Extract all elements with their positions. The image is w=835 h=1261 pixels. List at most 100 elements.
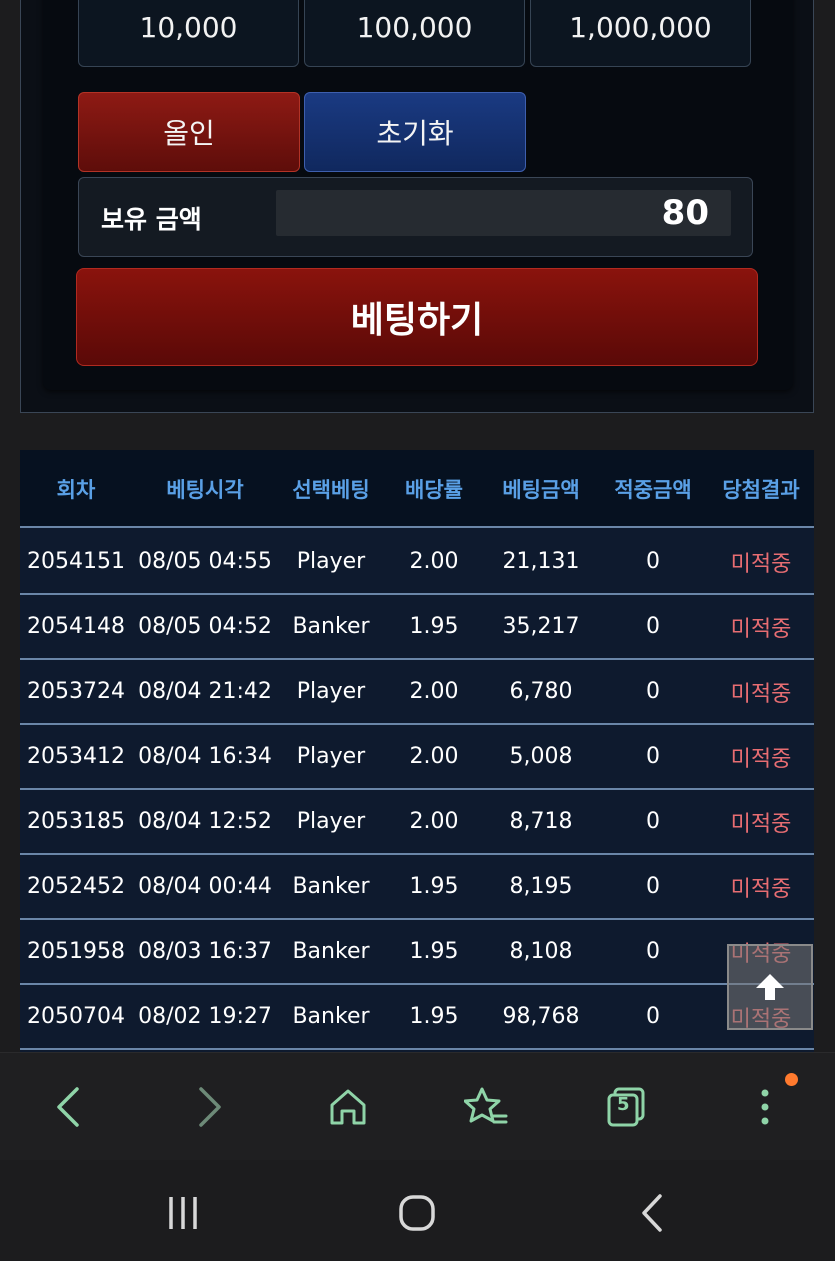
header-round: 회차 <box>56 478 96 502</box>
table-row: 205195808/03 16:37Banker1.958,1080미적중 <box>20 920 814 985</box>
cell-round: 2054151 <box>27 549 125 574</box>
back-button[interactable] <box>40 1079 96 1135</box>
all-in-button[interactable]: 올인 <box>78 92 300 172</box>
system-back-icon <box>642 1194 662 1232</box>
cell-selection: Banker <box>292 939 370 964</box>
cell-bet-time: 08/04 12:52 <box>138 809 272 834</box>
more-menu-button[interactable] <box>737 1079 793 1135</box>
cell-bet-amount: 21,131 <box>502 549 580 574</box>
home-circle-icon <box>399 1195 435 1231</box>
table-row: 2054151 08/05 04:55 Player 2.00 21,131 0 미적중 <box>20 530 814 595</box>
back-icon <box>57 1087 79 1127</box>
cell-result: 미적중 <box>730 551 792 577</box>
cell-bet-amount: 8,108 <box>509 939 573 964</box>
cell-win-amount: 0 <box>646 874 660 899</box>
chip-10000-button[interactable]: 10,000 <box>78 0 299 67</box>
cell-bet-time: 08/05 04:52 <box>138 614 272 639</box>
forward-icon <box>199 1087 221 1127</box>
bookmarks-button[interactable] <box>458 1079 514 1135</box>
cell-bet-amount: 35,217 <box>502 614 580 639</box>
chip-100000-button[interactable]: 100,000 <box>304 0 525 67</box>
cell-win-amount: 0 <box>646 549 660 574</box>
tab-count: 5 <box>617 1094 630 1115</box>
cell-odds: 2.00 <box>409 809 459 834</box>
cell-odds: 1.95 <box>409 1004 459 1029</box>
cell-odds: 1.95 <box>409 614 459 639</box>
table-row: 2054148 08/05 04:52 Banker 1.95 35,217 0 미적중 <box>20 595 814 660</box>
cell-bet-amount: 5,008 <box>509 744 573 769</box>
cell-win-amount: 0 <box>646 1004 660 1029</box>
system-navigation-bar <box>0 1160 835 1261</box>
cell-win-amount: 0 <box>646 679 660 704</box>
table-row: 205070408/02 19:27Banker1.9598,7680미적중 <box>20 985 814 1050</box>
header-odds: 배당률 <box>405 478 463 502</box>
table-row: 2053724 08/04 21:42 Player 2.00 6,780 0 미적중 <box>20 660 814 725</box>
chip-1000000-button[interactable]: 1,000,000 <box>530 0 751 67</box>
place-bet-button[interactable]: 베팅하기 <box>76 268 758 366</box>
balance-value: 80 <box>276 190 731 236</box>
system-back-button[interactable] <box>622 1188 682 1238</box>
cell-round: 2053412 <box>27 744 125 769</box>
header-bet-time: 베팅시각 <box>166 478 244 502</box>
cell-bet-amount: 6,780 <box>509 679 573 704</box>
balance-label: 보유 금액 <box>101 205 202 234</box>
cell-bet-time: 08/03 16:37 <box>138 939 272 964</box>
tabs-button[interactable]: 5 <box>598 1079 654 1135</box>
cell-result: 미적중 <box>730 746 792 772</box>
cell-bet-time: 08/04 16:34 <box>138 744 272 769</box>
more-vertical-icon <box>761 1089 769 1125</box>
cell-selection: Player <box>296 679 366 704</box>
table-row: 2053412 08/04 16:34 Player 2.00 5,008 0 미적중 <box>20 725 814 790</box>
home-button[interactable] <box>320 1079 376 1135</box>
cell-odds: 2.00 <box>409 549 459 574</box>
notification-dot <box>785 1073 798 1086</box>
cell-odds: 1.95 <box>409 874 459 899</box>
cell-bet-time: 08/04 21:42 <box>138 679 272 704</box>
browser-toolbar: 5 <box>0 1052 835 1160</box>
table-header: 회차 베팅시각 선택베팅 배당률 베팅금액 적중금액 당첨결과 <box>20 450 814 528</box>
cell-result: 미적중 <box>730 811 792 837</box>
cell-selection: Banker <box>292 874 370 899</box>
reset-button[interactable]: 초기화 <box>304 92 526 172</box>
cell-win-amount: 0 <box>646 744 660 769</box>
header-result: 당첨결과 <box>722 478 800 502</box>
cell-selection: Player <box>296 809 366 834</box>
cell-selection: Player <box>296 744 366 769</box>
recent-apps-button[interactable] <box>153 1188 213 1238</box>
cell-odds: 2.00 <box>409 744 459 769</box>
header-bet-amount: 베팅금액 <box>502 478 580 502</box>
table-row: 2052452 08/04 00:44 Banker 1.95 8,195 0 미적중 <box>20 855 814 920</box>
cell-selection: Banker <box>292 614 370 639</box>
cell-bet-time: 08/02 19:27 <box>138 1004 272 1029</box>
cell-round: 2052452 <box>27 874 125 899</box>
system-home-button[interactable] <box>387 1188 447 1238</box>
cell-odds: 2.00 <box>409 679 459 704</box>
recent-apps-icon <box>169 1197 197 1229</box>
cell-win-amount: 0 <box>646 809 660 834</box>
cell-result: 미적중 <box>730 876 792 902</box>
cell-round: 2053185 <box>27 809 125 834</box>
cell-result: 미적중 <box>730 616 792 642</box>
cell-round: 2050704 <box>27 1004 125 1029</box>
cell-bet-amount: 98,768 <box>502 1004 580 1029</box>
cell-round: 2054148 <box>27 614 125 639</box>
scroll-to-top-button[interactable] <box>727 944 813 1030</box>
bet-history-table: 회차 베팅시각 선택베팅 배당률 베팅금액 적중금액 당첨결과 2054151 0… <box>20 450 814 1055</box>
home-icon <box>330 1089 366 1125</box>
cell-win-amount: 0 <box>646 939 660 964</box>
cell-bet-time: 08/05 04:55 <box>138 549 272 574</box>
balance-row: 보유 금액 80 <box>78 177 753 257</box>
screen: 10,000 100,000 1,000,000 올인 초기화 보유 금액 80… <box>0 0 835 1261</box>
cell-bet-amount: 8,195 <box>509 874 573 899</box>
cell-odds: 1.95 <box>409 939 459 964</box>
header-selection: 선택베팅 <box>292 478 370 502</box>
cell-selection: Banker <box>292 1004 370 1029</box>
header-win-amount: 적중금액 <box>614 478 692 502</box>
cell-round: 2053724 <box>27 679 125 704</box>
bookmark-star-icon <box>464 1087 508 1124</box>
forward-button[interactable] <box>182 1079 238 1135</box>
table-row: 2053185 08/04 12:52 Player 2.00 8,718 0 미적중 <box>20 790 814 855</box>
arrow-up-icon <box>756 974 784 1000</box>
cell-selection: Player <box>296 549 366 574</box>
cell-win-amount: 0 <box>646 614 660 639</box>
